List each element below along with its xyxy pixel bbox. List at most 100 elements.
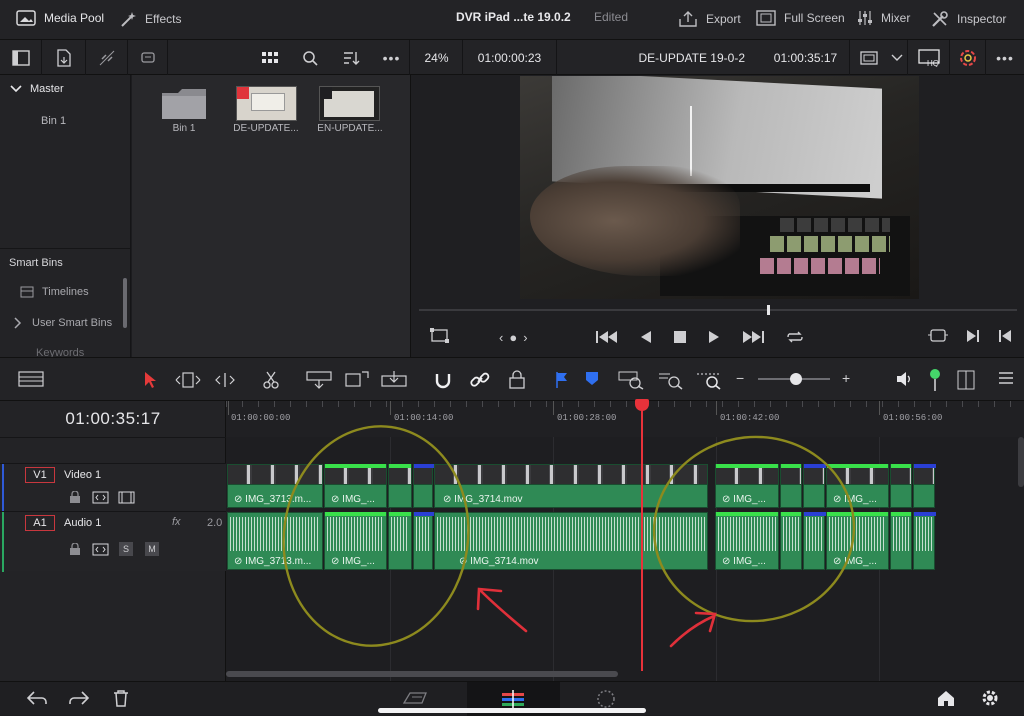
toggle-sidebar-button[interactable] (0, 40, 42, 75)
zoom-slider-knob[interactable] (790, 373, 802, 385)
trim-icon (175, 372, 201, 388)
next-frame-icon[interactable] (965, 328, 981, 344)
a1-lock[interactable] (69, 542, 81, 561)
proxy-hq-button[interactable]: HQ (910, 40, 950, 75)
overwrite-clip-button[interactable] (344, 370, 370, 395)
viewer-options-dropdown[interactable] (886, 40, 908, 75)
project-manager-button[interactable] (936, 689, 956, 712)
transform-button[interactable] (429, 327, 451, 350)
timeline-view-button[interactable] (18, 371, 44, 392)
relink-button[interactable] (86, 40, 128, 75)
search-button[interactable] (292, 40, 328, 75)
chevron-right-icon (14, 317, 22, 329)
flag-button[interactable] (555, 371, 569, 394)
timeline-thumb-de[interactable] (236, 86, 297, 121)
master-bin[interactable]: Master (10, 83, 64, 95)
skip-back-icon[interactable] (595, 329, 619, 345)
delete-button[interactable] (112, 689, 130, 712)
position-lock-toggle[interactable] (508, 370, 526, 395)
dynamic-trim-tool[interactable] (211, 372, 239, 393)
sort-button[interactable] (332, 40, 370, 75)
more-options-button[interactable]: ••• (374, 40, 410, 75)
timeline-area[interactable]: 01:00:00:00 01:00:14:00 01:00:28:00 01:0… (226, 399, 1024, 681)
replace-clip-button[interactable] (380, 370, 408, 395)
loop-icon[interactable] (785, 328, 805, 346)
selection-tool[interactable] (143, 371, 157, 394)
a1-solo-button[interactable]: S (119, 542, 133, 556)
user-smart-bins[interactable]: User Smart Bins (14, 317, 112, 329)
snapping-toggle[interactable] (433, 370, 453, 395)
record-timecode: 01:00:35:17 (762, 40, 850, 75)
viewer-more-button[interactable]: ••• (986, 40, 1024, 75)
stop-icon[interactable] (673, 330, 687, 344)
v1-disable-video[interactable] (118, 491, 135, 509)
grid-view-button[interactable] (250, 40, 290, 75)
zoom-in-button[interactable]: + (842, 370, 850, 386)
home-icon (938, 691, 954, 706)
timeline-name[interactable]: DE-UPDATE 19-0-2 (557, 40, 757, 75)
full-zoom-button[interactable] (618, 370, 646, 395)
effects-button[interactable]: Effects (119, 10, 181, 28)
undo-button[interactable] (26, 690, 48, 711)
inspector-button[interactable]: Inspector (931, 10, 1006, 28)
record-voiceover-button[interactable] (928, 368, 942, 397)
v1-auto-select[interactable] (92, 491, 109, 509)
prev-edit-nav[interactable]: ‹●› (499, 330, 534, 345)
keywords-bin[interactable]: Keywords (36, 347, 84, 357)
full-screen-button[interactable]: Full Screen (756, 10, 845, 26)
color-page-icon (597, 690, 615, 708)
marker-button[interactable] (585, 371, 599, 392)
trim-tool[interactable] (174, 372, 202, 393)
media-pool-button[interactable]: Media Pool (16, 10, 104, 26)
annotation-arrow-left (476, 587, 528, 633)
viewer-scrubber[interactable] (419, 309, 1017, 311)
scrubber-handle[interactable] (767, 305, 770, 315)
bin-1-item[interactable]: Bin 1 (41, 115, 66, 127)
keyboard-row-pink (760, 258, 880, 274)
metadata-button[interactable] (128, 40, 168, 75)
play-reverse-icon[interactable] (639, 329, 653, 345)
a1-auto-select[interactable] (92, 543, 109, 561)
unlink-icon (98, 49, 116, 67)
zoom-level[interactable]: 24% (411, 40, 463, 75)
a1-mute-button[interactable]: M (145, 542, 159, 556)
zoom-out-button[interactable]: − (736, 370, 744, 386)
custom-zoom-button[interactable] (696, 370, 724, 395)
export-button[interactable]: Export (678, 10, 741, 28)
settings-button[interactable] (980, 688, 1000, 713)
a1-target[interactable]: A1 (25, 515, 55, 531)
zoom-full-icon (618, 371, 644, 390)
detail-zoom-button[interactable] (658, 370, 686, 395)
a1-color-strip (2, 512, 4, 572)
timelines-smart-bin[interactable]: Timelines (20, 286, 89, 298)
match-frame-icon[interactable] (927, 327, 949, 345)
bottom-bar (0, 681, 1024, 716)
import-media-button[interactable] (42, 40, 86, 75)
a1-track-name[interactable]: Audio 1 (64, 517, 101, 529)
audio-meter-toggle[interactable] (957, 370, 975, 395)
redo-button[interactable] (68, 690, 90, 711)
mixer-button[interactable]: Mixer (857, 10, 910, 26)
master-bin-label: Master (30, 83, 64, 95)
color-scope-button[interactable] (950, 40, 986, 75)
go-to-end-icon[interactable] (997, 328, 1013, 344)
a1-effects-button[interactable]: fx (172, 516, 181, 528)
lock-icon (70, 542, 80, 555)
full-screen-icon (756, 10, 776, 26)
viewer-image[interactable] (520, 76, 919, 299)
bin-folder-item[interactable] (160, 87, 208, 127)
v1-lock[interactable] (69, 490, 81, 509)
blade-tool[interactable] (262, 371, 280, 394)
skip-forward-icon[interactable] (741, 329, 765, 345)
sidebar-scrollbar[interactable] (123, 278, 127, 328)
viewer-mode-button[interactable] (850, 40, 888, 75)
timeline-menu-button[interactable] (998, 371, 1014, 390)
v1-target[interactable]: V1 (25, 467, 55, 483)
timeline-thumb-en[interactable] (319, 86, 380, 121)
linked-selection-toggle[interactable] (470, 370, 490, 395)
audio-volume-button[interactable] (895, 371, 913, 392)
v1-track-name[interactable]: Video 1 (64, 469, 101, 481)
insert-clip-button[interactable] (305, 370, 333, 395)
import-file-icon (55, 48, 73, 67)
play-icon[interactable] (707, 329, 721, 345)
